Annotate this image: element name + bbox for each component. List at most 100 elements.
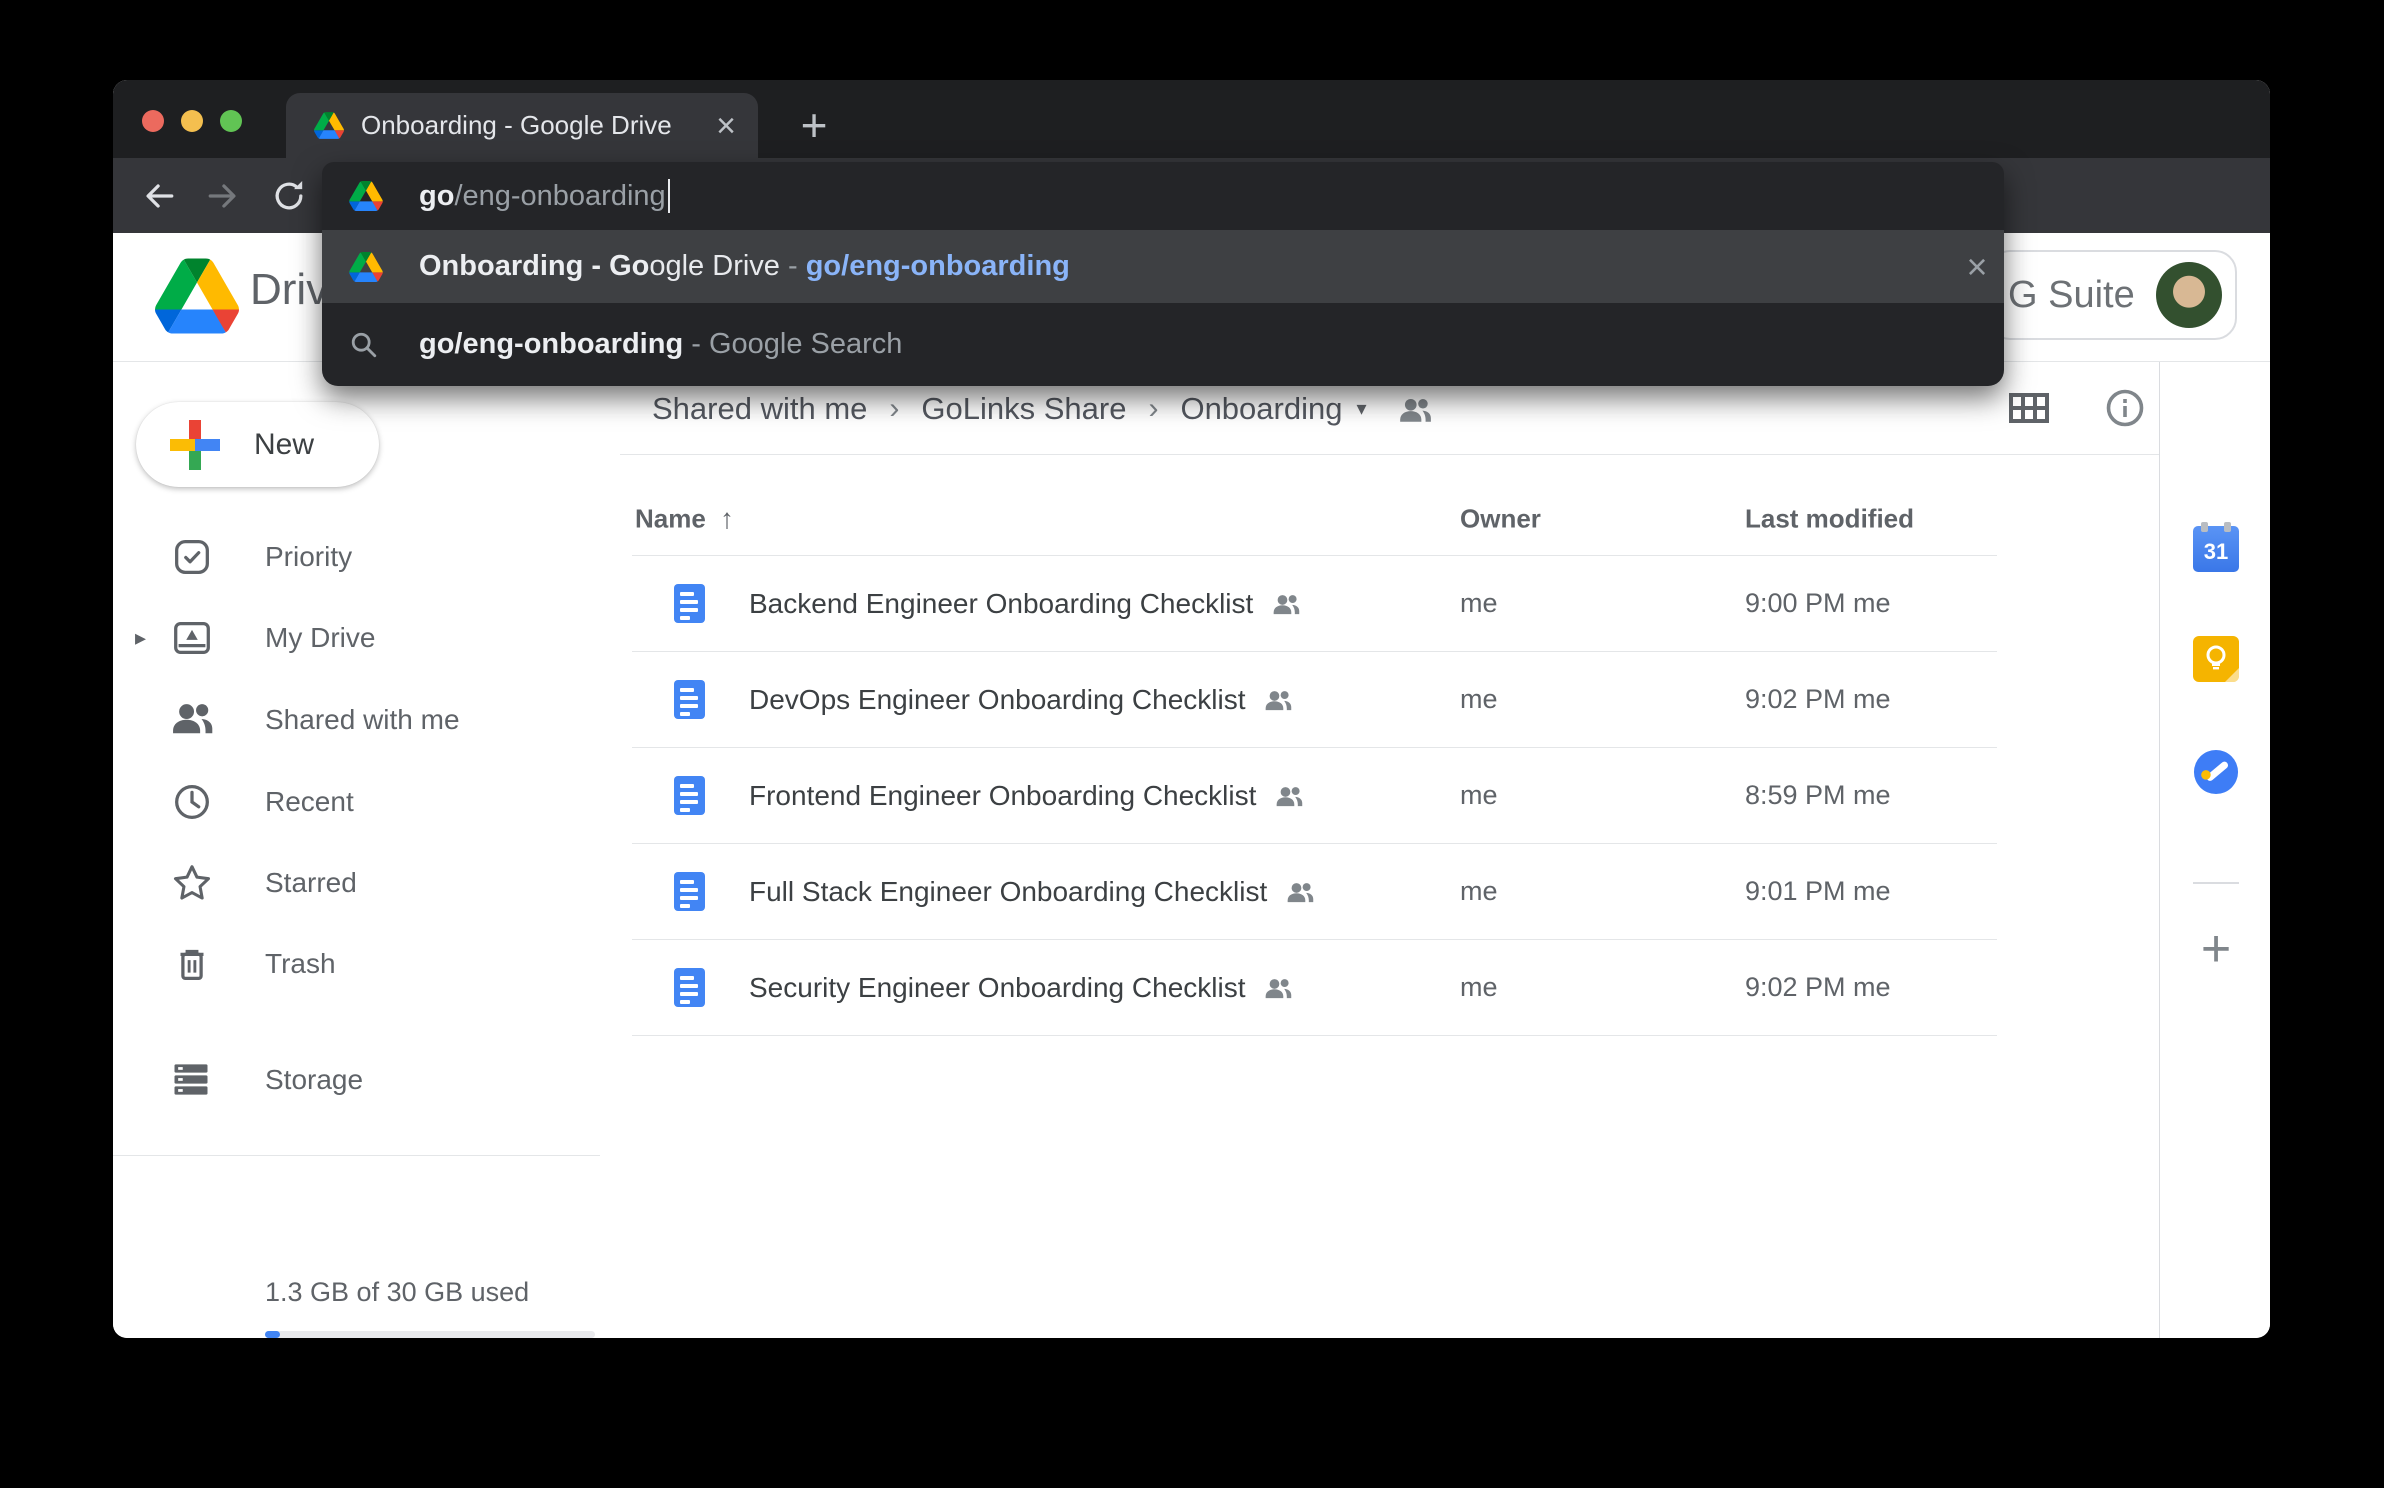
- right-rail: 31 + ›: [2159, 362, 2270, 1338]
- suggestion-query: go/eng-onboarding: [419, 328, 683, 361]
- reload-button[interactable]: [267, 174, 311, 218]
- add-panel-plus-icon[interactable]: +: [2193, 924, 2239, 974]
- tab-title: Onboarding - Google Drive: [361, 110, 716, 141]
- calendar-day-label: 31: [2204, 539, 2228, 565]
- sidebar-item-storage[interactable]: Storage: [113, 1052, 613, 1108]
- minimize-window-button[interactable]: [181, 110, 203, 132]
- file-owner: me: [1460, 780, 1498, 811]
- new-button-label: New: [254, 428, 314, 462]
- folder-menu-caret-icon[interactable]: ▾: [1356, 396, 1366, 421]
- suggestion-url: go/eng-onboarding: [806, 250, 1070, 283]
- file-table: Backend Engineer Onboarding Checklist me…: [632, 555, 1997, 1036]
- file-row[interactable]: Full Stack Engineer Onboarding Checklist…: [632, 844, 1997, 940]
- new-button[interactable]: New: [136, 402, 379, 487]
- sidebar-item-recent[interactable]: Recent: [113, 774, 613, 830]
- google-docs-icon: [674, 680, 705, 719]
- sidebar-item-priority[interactable]: Priority: [113, 529, 613, 585]
- drive-logo-icon[interactable]: [155, 258, 239, 334]
- gsuite-account-box[interactable]: G Suite: [1988, 250, 2237, 340]
- account-avatar[interactable]: [2156, 262, 2222, 328]
- back-button[interactable]: [137, 174, 181, 218]
- file-row[interactable]: DevOps Engineer Onboarding Checklist me …: [632, 652, 1997, 748]
- sidebar-label: Trash: [265, 948, 336, 980]
- folder-shared-icon: [1397, 394, 1433, 424]
- column-header-last-modified[interactable]: Last modified: [1745, 504, 1914, 535]
- browser-window: Onboarding - Google Drive × +: [113, 80, 2270, 1338]
- file-last-modified: 9:00 PM me: [1745, 588, 1891, 619]
- recent-clock-icon: [169, 779, 215, 825]
- column-header-owner[interactable]: Owner: [1460, 504, 1541, 535]
- forward-button[interactable]: [201, 174, 245, 218]
- tab-favicon-drive-icon: [314, 112, 344, 139]
- file-table-header: Name ↑ Owner Last modified: [632, 483, 1997, 555]
- tab-close-icon[interactable]: ×: [716, 109, 736, 143]
- breadcrumb-onboarding[interactable]: Onboarding: [1180, 391, 1342, 427]
- trash-icon: [169, 941, 215, 987]
- drive-favicon-icon: [349, 252, 383, 282]
- storage-icon: [169, 1057, 215, 1103]
- url-typed-prefix: go: [419, 180, 454, 213]
- drive-favicon-icon: [349, 181, 383, 211]
- sidebar-label: Recent: [265, 786, 354, 818]
- url-input-text[interactable]: go/eng-onboarding: [419, 179, 670, 213]
- shared-with-me-icon: [169, 697, 215, 743]
- details-info-button[interactable]: [2102, 385, 2148, 431]
- gsuite-label: G Suite: [2008, 274, 2156, 317]
- suggestion-title-rest: ogle Drive: [649, 250, 780, 283]
- sidebar-item-my-drive[interactable]: ▸ My Drive: [113, 610, 613, 666]
- file-name: Backend Engineer Onboarding Checklist: [749, 588, 1253, 620]
- search-icon: [349, 330, 383, 360]
- tasks-icon[interactable]: [2193, 749, 2239, 795]
- browser-tab[interactable]: Onboarding - Google Drive ×: [286, 93, 758, 158]
- file-name: DevOps Engineer Onboarding Checklist: [749, 684, 1245, 716]
- sidebar-item-starred[interactable]: Starred: [113, 855, 613, 911]
- close-window-button[interactable]: [142, 110, 164, 132]
- breadcrumb-shared-with-me[interactable]: Shared with me: [652, 391, 867, 427]
- new-tab-button[interactable]: +: [785, 96, 843, 154]
- storage-usage-text: 1.3 GB of 30 GB used: [265, 1277, 529, 1308]
- divider: [113, 1155, 600, 1156]
- google-docs-icon: [674, 776, 705, 815]
- google-docs-icon: [674, 872, 705, 911]
- file-name: Frontend Engineer Onboarding Checklist: [749, 780, 1256, 812]
- file-row[interactable]: Security Engineer Onboarding Checklist m…: [632, 940, 1997, 1036]
- zoom-window-button[interactable]: [220, 110, 242, 132]
- sidebar-label: Starred: [265, 867, 357, 899]
- google-docs-icon: [674, 584, 705, 623]
- remove-suggestion-icon[interactable]: ×: [1950, 230, 2004, 303]
- omnibox-dropdown: go/eng-onboarding Onboarding - Google Dr…: [322, 162, 2004, 386]
- expand-arrow-icon[interactable]: ▸: [135, 625, 146, 651]
- priority-icon: [169, 534, 215, 580]
- file-last-modified: 8:59 PM me: [1745, 780, 1891, 811]
- file-owner: me: [1460, 972, 1498, 1003]
- suggestion-suffix: - Google Search: [683, 328, 902, 361]
- breadcrumb-separator-icon: ›: [889, 392, 899, 426]
- file-owner: me: [1460, 684, 1498, 715]
- suggestion-drive-result[interactable]: Onboarding - Google Drive - go/eng-onboa…: [322, 230, 2004, 303]
- new-plus-icon: [168, 418, 222, 472]
- sidebar-item-shared-with-me[interactable]: Shared with me: [113, 692, 613, 748]
- file-shared-icon: [1285, 879, 1315, 904]
- sidebar-label: Shared with me: [265, 704, 460, 736]
- keep-icon[interactable]: [2193, 636, 2239, 682]
- calendar-icon[interactable]: 31: [2193, 526, 2239, 572]
- column-header-name[interactable]: Name: [635, 504, 706, 535]
- sort-ascending-icon[interactable]: ↑: [720, 503, 734, 535]
- breadcrumb-golinks-share[interactable]: GoLinks Share: [921, 391, 1126, 427]
- url-bar[interactable]: go/eng-onboarding: [322, 162, 2004, 230]
- text-cursor: [668, 179, 670, 213]
- file-last-modified: 9:01 PM me: [1745, 876, 1891, 907]
- file-row[interactable]: Backend Engineer Onboarding Checklist me…: [632, 556, 1997, 652]
- sidebar-item-trash[interactable]: Trash: [113, 936, 613, 992]
- my-drive-icon: [169, 615, 215, 661]
- file-row[interactable]: Frontend Engineer Onboarding Checklist m…: [632, 748, 1997, 844]
- breadcrumb-separator-icon: ›: [1148, 392, 1158, 426]
- suggestion-separator: -: [780, 250, 806, 283]
- suggestion-title-bold: Onboarding - Go: [419, 250, 649, 283]
- grid-view-button[interactable]: [2006, 385, 2052, 431]
- google-docs-icon: [674, 968, 705, 1007]
- suggestion-google-search[interactable]: go/eng-onboarding - Google Search: [322, 303, 2004, 386]
- file-name: Security Engineer Onboarding Checklist: [749, 972, 1245, 1004]
- sidebar-label: Storage: [265, 1064, 363, 1096]
- file-last-modified: 9:02 PM me: [1745, 684, 1891, 715]
